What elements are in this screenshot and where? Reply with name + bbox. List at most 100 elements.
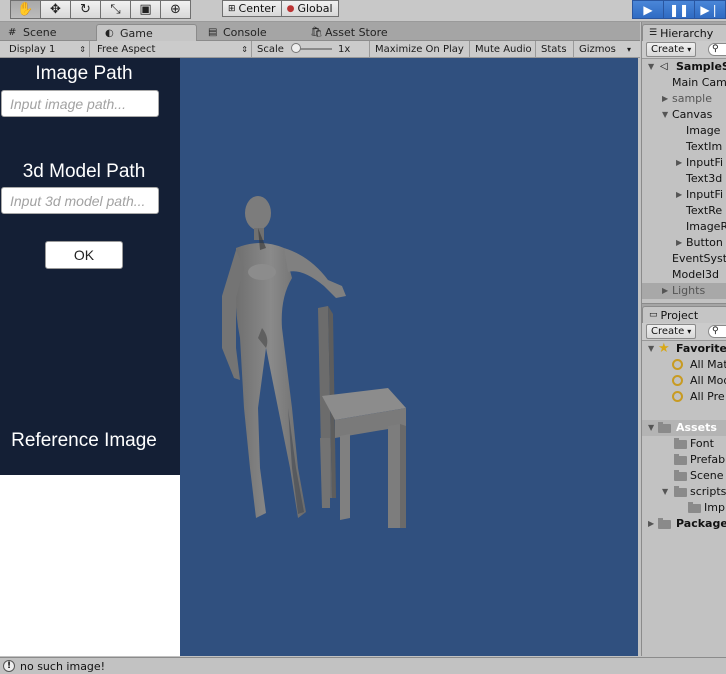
maximize-toggle[interactable]: Maximize On Play <box>370 41 470 57</box>
gizmos-dropdown[interactable]: Gizmos ▾ <box>574 41 634 57</box>
rotate-icon: ↻ <box>80 2 91 17</box>
tree-row[interactable]: ▶ Button <box>642 235 726 251</box>
rotate-tool-button[interactable]: ↻ <box>70 0 101 19</box>
expand-icon: ▼ <box>662 110 669 119</box>
pause-button[interactable]: ❚❚ <box>663 0 695 19</box>
status-bar[interactable]: ! no such image! <box>0 657 726 674</box>
collapsed-icon: ▶ <box>662 286 669 295</box>
tree-row[interactable]: ▼ Canvas <box>642 107 726 123</box>
pacman-icon: ◐ <box>105 27 114 39</box>
updown-icon: ⇕ <box>79 44 86 54</box>
hierarchy-search-input[interactable]: ⚲ <box>708 43 726 56</box>
tab-project[interactable]: ▭ Project <box>642 306 726 323</box>
step-icon: ▶❘ <box>700 2 720 17</box>
game-view-toolbar: Display 1 ⇕ Free Aspect ⇕ Scale 1x Maximize… <box>0 41 640 58</box>
collapsed-icon: ▶ <box>676 190 683 199</box>
list-item[interactable]: Font <box>642 436 726 452</box>
reference-image <box>0 475 180 656</box>
game-viewport[interactable]: Image Path 3d Model Path OK Reference Im… <box>0 58 638 656</box>
search-filter-icon <box>672 359 683 370</box>
scale-tool-button[interactable]: ⤡ <box>100 0 131 19</box>
hierarchy-create-button[interactable]: Create ▾ <box>646 42 697 57</box>
image-path-label: Image Path <box>35 63 133 84</box>
tree-label: TextRe <box>686 204 723 217</box>
create-label: Create <box>651 326 685 337</box>
tree-row[interactable]: TextIm <box>642 139 726 155</box>
tree-row[interactable]: TextRe <box>642 203 726 219</box>
tree-row[interactable]: Model3d <box>642 267 726 283</box>
folder-icon <box>658 422 671 433</box>
aspect-dropdown[interactable]: Free Aspect ⇕ <box>92 41 252 57</box>
stats-toggle[interactable]: Stats <box>536 41 574 57</box>
tab-hierarchy[interactable]: ☰ Hierarchy <box>642 24 726 41</box>
project-search-input[interactable]: ⚲ <box>708 325 726 338</box>
model-path-input[interactable] <box>1 187 159 214</box>
list-item[interactable]: Prefab <box>642 452 726 468</box>
search-icon: ⚲ <box>712 326 719 336</box>
rect-tool-button[interactable]: ▣ <box>130 0 161 19</box>
tree-label: Canvas <box>672 108 713 121</box>
tree-row-selected[interactable]: ▶ Lights <box>642 283 726 299</box>
tab-console-label: Console <box>223 26 267 39</box>
folder-icon <box>674 454 687 465</box>
list-item[interactable]: All Pre <box>642 389 726 405</box>
project-tab-label: Project <box>660 308 699 322</box>
hierarchy-tab-label: Hierarchy <box>660 26 714 40</box>
list-item[interactable]: Imp <box>642 500 726 516</box>
ok-button[interactable]: OK <box>45 241 123 269</box>
mute-toggle[interactable]: Mute Audio <box>470 41 536 57</box>
tree-row[interactable]: EventSyst <box>642 251 726 267</box>
step-button[interactable]: ▶❘ <box>694 0 726 19</box>
list-item[interactable]: ▼ scripts <box>642 484 726 500</box>
favorites-header[interactable]: ▼ ★ Favorite <box>642 341 726 357</box>
search-filter-icon <box>672 375 683 386</box>
scale-slider-track[interactable] <box>296 48 332 50</box>
star-icon: ★ <box>658 341 670 356</box>
tree-row[interactable]: ▶ InputFi <box>642 187 726 203</box>
display-dropdown[interactable]: Display 1 ⇕ <box>4 41 90 57</box>
tree-label: Lights <box>672 284 706 297</box>
move-icon: ✥ <box>50 2 61 17</box>
tree-label: sample <box>672 92 712 105</box>
list-item[interactable]: All Mod <box>642 373 726 389</box>
list-item[interactable]: All Mat <box>642 357 726 373</box>
transform-tool-button[interactable]: ⊕ <box>160 0 191 19</box>
search-filter-icon <box>672 391 683 402</box>
tree-row[interactable]: ImageR <box>642 219 726 235</box>
tree-row[interactable]: ▶ InputFi <box>642 155 726 171</box>
tree-row[interactable]: ▶ sample <box>642 91 726 107</box>
tree-row-scene[interactable]: ▼ ◁ SampleS <box>642 59 726 75</box>
tab-asset-store[interactable]: 🛍 Asset Store <box>302 24 412 41</box>
assets-header[interactable]: ▼ Assets <box>642 420 726 436</box>
scale-slider-thumb[interactable] <box>291 43 301 53</box>
aspect-label: Free Aspect <box>97 43 156 55</box>
tab-console[interactable]: ▤ Console <box>200 24 300 41</box>
move-tool-button[interactable]: ✥ <box>40 0 71 19</box>
model-path-label: 3d Model Path <box>22 161 146 182</box>
unity-icon: ◁ <box>660 61 668 72</box>
tree-row[interactable]: Image <box>642 123 726 139</box>
tab-scene[interactable]: # Scene <box>0 24 95 41</box>
tree-label: All Pre <box>690 390 725 403</box>
expand-icon: ▼ <box>648 423 655 432</box>
tree-label: TextIm <box>686 140 723 153</box>
project-create-button[interactable]: Create ▾ <box>646 324 697 339</box>
tree-row[interactable]: Text3d <box>642 171 726 187</box>
hand-tool-button[interactable]: ✋ <box>10 0 41 19</box>
folder-icon <box>674 438 687 449</box>
dropdown-icon: ▾ <box>626 44 631 54</box>
pivot-center-button[interactable]: ⊞ Center <box>222 0 282 17</box>
packages-header[interactable]: ▶ Package <box>642 516 726 532</box>
rect-tool-icon: ▣ <box>139 2 152 17</box>
tree-row[interactable]: Main Cam <box>642 75 726 91</box>
image-path-input[interactable] <box>1 90 159 117</box>
pivot-global-button[interactable]: ● Global <box>280 0 339 17</box>
folder-icon <box>688 502 701 513</box>
play-button[interactable]: ▶ <box>632 0 664 19</box>
expand-icon: ▼ <box>662 487 669 496</box>
store-icon: 🛍 <box>310 27 323 38</box>
tree-label: Text3d <box>686 172 723 185</box>
tab-game[interactable]: ◐ Game <box>96 24 197 41</box>
list-item[interactable]: Scene <box>642 468 726 484</box>
tree-label: Package <box>676 517 726 530</box>
